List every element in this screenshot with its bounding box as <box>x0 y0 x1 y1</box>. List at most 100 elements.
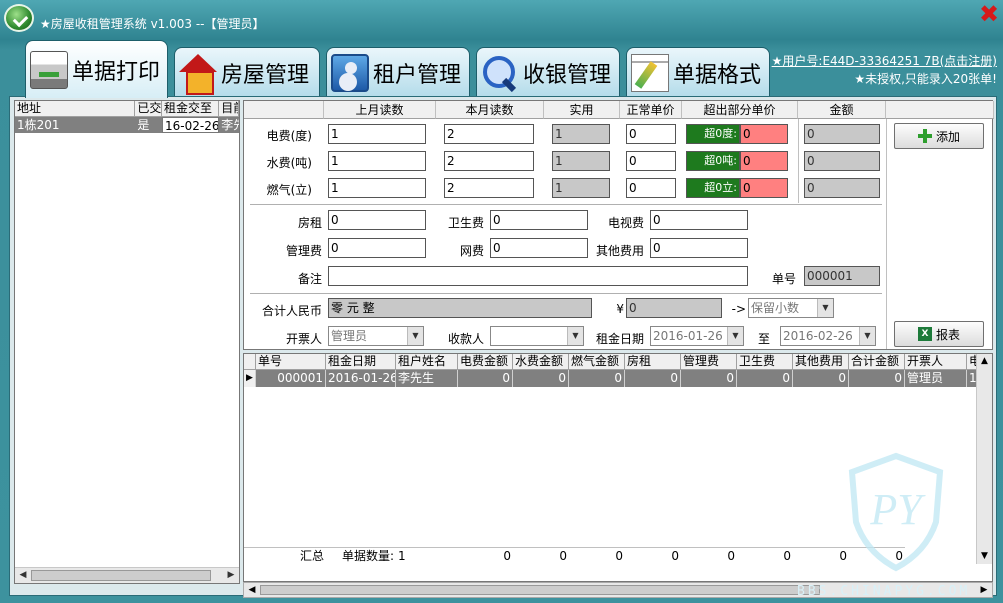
tab-tenant-management[interactable]: 租户管理 <box>326 47 470 97</box>
scroll-left-icon[interactable]: ◀ <box>245 583 259 597</box>
water-over-input[interactable]: 0 <box>740 151 788 171</box>
cell-management: 0 <box>681 370 737 387</box>
date-to-picker[interactable]: 2016-02-26 <box>780 326 876 346</box>
cell-other: 0 <box>793 370 849 387</box>
column-header[interactable]: 单号 <box>256 354 326 369</box>
tab-house-management[interactable]: 房屋管理 <box>174 47 320 97</box>
vertical-scrollbar[interactable]: ▲ ▼ <box>976 354 992 564</box>
header-blank <box>244 101 324 119</box>
tab-label: 房屋管理 <box>221 62 310 88</box>
scroll-left-icon[interactable]: ◀ <box>16 569 30 582</box>
column-header[interactable]: 租金日期 <box>326 354 396 369</box>
summary-water: 0 <box>559 549 567 563</box>
license-notice: ★未授权,只能录入20张单! <box>854 72 997 86</box>
user-info: ★用户号:E44D-33364251 7B(点击注册) ★未授权,只能录入20张… <box>772 52 997 88</box>
water-prev-input[interactable]: 1 <box>328 151 426 171</box>
column-header[interactable]: 目前 <box>219 101 239 116</box>
issuer-select[interactable]: 管理员 <box>328 326 424 346</box>
column-header[interactable]: 合计金额 <box>849 354 905 369</box>
cell-issuer: 管理员 <box>905 370 967 387</box>
column-header[interactable]: 房租 <box>625 354 681 369</box>
report-button[interactable]: X 报表 <box>894 321 984 347</box>
header-prev-reading: 上月读数 <box>324 101 436 119</box>
column-header[interactable]: 租户姓名 <box>396 354 458 369</box>
column-header[interactable]: 管理费 <box>681 354 737 369</box>
sanitation-input[interactable]: 0 <box>490 210 588 230</box>
summary-management: 0 <box>727 549 735 563</box>
column-header[interactable]: 其他费用 <box>793 354 849 369</box>
room-list[interactable]: 地址 已交 租金交至 目前 1栋201 是 16-02-26 李先 ◀ ▶ <box>14 100 240 584</box>
water-curr-input[interactable]: 2 <box>444 151 534 171</box>
electricity-price-input[interactable]: 0 <box>626 124 676 144</box>
table-row[interactable]: ▶ 000001 2016-01-26 李先生 0 0 0 0 0 0 0 0 … <box>244 370 979 387</box>
payee-select[interactable] <box>490 326 584 346</box>
summary-rent: 0 <box>671 549 679 563</box>
add-button[interactable]: 添加 <box>894 123 984 149</box>
other-fee-input[interactable]: 0 <box>650 238 748 258</box>
column-header[interactable]: 卫生费 <box>737 354 793 369</box>
arrow-label: -> <box>731 302 746 316</box>
electricity-over-input[interactable]: 0 <box>740 124 788 144</box>
scroll-up-icon[interactable]: ▲ <box>977 354 992 368</box>
summary-sanitation: 0 <box>783 549 791 563</box>
electricity-curr-input[interactable]: 2 <box>444 124 534 144</box>
divider <box>886 119 887 349</box>
management-fee-input[interactable]: 0 <box>328 238 426 258</box>
scroll-right-icon[interactable]: ▶ <box>977 583 991 597</box>
gas-curr-input[interactable]: 2 <box>444 178 534 198</box>
tab-label: 租户管理 <box>373 62 462 88</box>
column-header[interactable]: 燃气金额 <box>569 354 625 369</box>
internet-fee-input[interactable]: 0 <box>490 238 588 258</box>
column-header[interactable]: 开票人 <box>905 354 967 369</box>
gas-price-input[interactable]: 0 <box>626 178 676 198</box>
column-header[interactable]: 租金交至 <box>162 101 220 116</box>
tab-label: 单据格式 <box>673 62 762 88</box>
gas-label: 燃气(立) <box>266 183 312 197</box>
gas-prev-input[interactable]: 1 <box>328 178 426 198</box>
tab-cashier-management[interactable]: 收银管理 <box>476 47 620 97</box>
scroll-right-icon[interactable]: ▶ <box>224 569 238 582</box>
row-pointer-icon: ▶ <box>244 370 256 387</box>
close-icon[interactable]: ✖ <box>977 2 1001 26</box>
total-chinese-field: 零 元 整 <box>328 298 592 318</box>
cell-rent-date: 2016-01-26 <box>326 370 396 387</box>
room-list-header: 地址 已交 租金交至 目前 <box>15 101 239 117</box>
header-normal-price: 正常单价 <box>620 101 682 119</box>
summary-other: 0 <box>839 549 847 563</box>
rent-input[interactable]: 0 <box>328 210 426 230</box>
app-logo-icon[interactable] <box>4 4 34 32</box>
cell-tenant: 李先生 <box>396 370 458 387</box>
horizontal-scrollbar[interactable]: ◀ ▶ <box>15 567 239 583</box>
water-price-input[interactable]: 0 <box>626 151 676 171</box>
tab-bill-format[interactable]: 单据格式 <box>626 47 770 97</box>
date-from-picker[interactable]: 2016-01-26 <box>650 326 744 346</box>
column-header[interactable]: 地址 <box>15 101 136 116</box>
register-link[interactable]: ★用户号:E44D-33364251 7B(点击注册) <box>772 54 997 68</box>
cell-total: 0 <box>849 370 905 387</box>
summary-row: 汇总 单据数量: 1 0 0 0 0 0 0 0 0 <box>244 547 905 564</box>
scrollbar-thumb[interactable] <box>260 585 820 595</box>
add-button-label: 添加 <box>935 129 960 144</box>
scroll-down-icon[interactable]: ▼ <box>977 549 992 563</box>
scrollbar-thumb[interactable] <box>31 570 211 581</box>
column-header[interactable]: 水费金额 <box>513 354 569 369</box>
printer-icon <box>30 50 68 89</box>
column-header[interactable]: 已交 <box>135 101 163 116</box>
house-icon <box>179 53 217 95</box>
cell-electricity: 0 <box>458 370 513 387</box>
gas-over-input[interactable]: 0 <box>740 178 788 198</box>
remark-input[interactable] <box>328 266 748 286</box>
to-label: 至 <box>757 332 770 346</box>
tab-bill-print[interactable]: 单据打印 <box>25 40 168 98</box>
electricity-prev-input[interactable]: 1 <box>328 124 426 144</box>
cell-sanitation: 0 <box>737 370 793 387</box>
table-row[interactable]: 1栋201 是 16-02-26 李先 <box>15 117 239 133</box>
electricity-label: 电费(度) <box>266 129 312 143</box>
row-indicator-header <box>244 354 256 369</box>
gas-over-label: 超0立: <box>686 178 740 198</box>
column-header[interactable]: 电费金额 <box>458 354 513 369</box>
tv-input[interactable]: 0 <box>650 210 748 230</box>
decimal-option-select[interactable]: 保留小数 <box>748 298 834 318</box>
payee-label: 收款人 <box>447 332 484 346</box>
header-amount: 金额 <box>798 101 886 119</box>
